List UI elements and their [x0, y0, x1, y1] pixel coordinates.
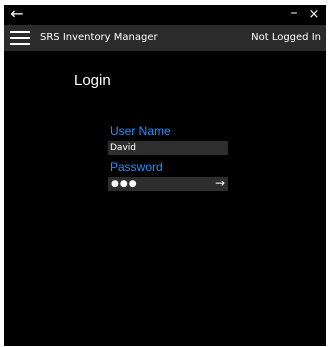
back-arrow-icon[interactable]: ← — [8, 6, 26, 24]
submit-arrow-icon[interactable]: → — [215, 177, 225, 190]
minimize-icon[interactable]: – — [286, 5, 302, 25]
username-value: David — [110, 143, 136, 153]
password-field[interactable]: ●●● → — [108, 177, 228, 191]
app-title: SRS Inventory Manager — [40, 32, 158, 43]
login-status: Not Logged In — [251, 32, 321, 43]
app-bar: SRS Inventory Manager Not Logged In — [4, 25, 326, 51]
username-field[interactable]: David — [108, 141, 228, 155]
app-window: ← – × SRS Inventory Manager Not Logged I… — [4, 5, 326, 346]
page-title: Login — [74, 72, 111, 89]
password-value: ●●● — [111, 179, 138, 189]
title-bar: ← – × — [4, 5, 326, 25]
password-label: Password — [110, 160, 163, 174]
username-label: User Name — [110, 124, 171, 138]
hamburger-menu-icon[interactable] — [10, 31, 30, 45]
close-icon[interactable]: × — [306, 5, 322, 25]
